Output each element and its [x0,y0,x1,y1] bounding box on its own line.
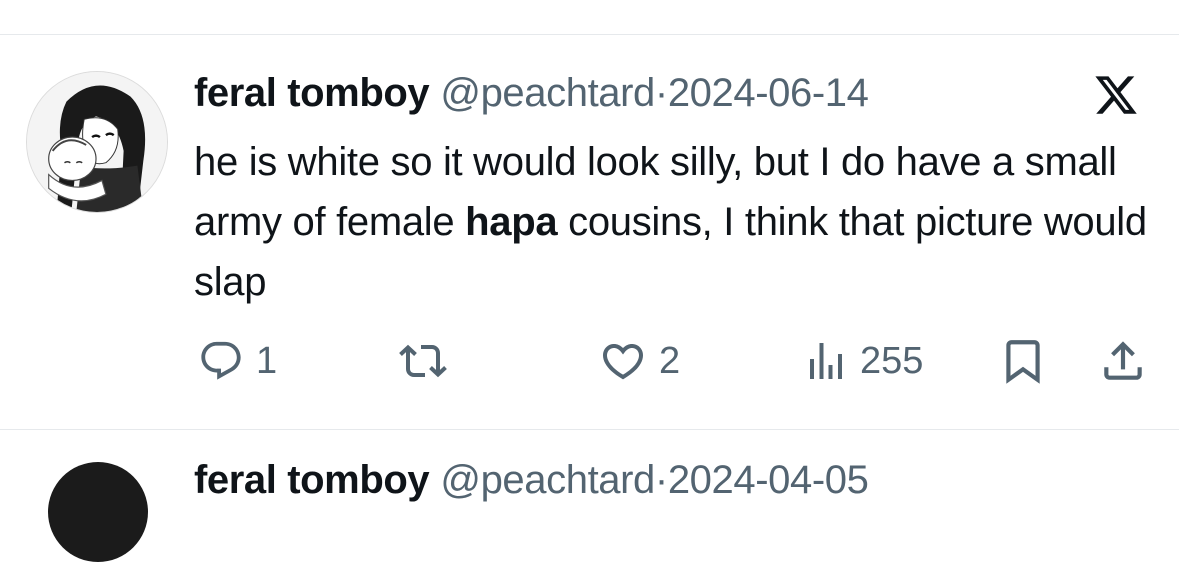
avatar[interactable] [26,71,168,213]
views-icon [810,343,842,379]
retweet-button[interactable] [395,336,451,386]
reply-count: 1 [256,340,278,382]
tweet[interactable]: feral tomboy @peachtard·2024-06-14 he is… [0,0,1179,394]
next-handle[interactable]: @peachtard [440,458,655,502]
reply-icon [201,341,241,380]
x-logo-icon[interactable] [1088,72,1144,118]
handle[interactable]: @peachtard [440,71,655,115]
like-icon [602,344,644,380]
next-display-name[interactable]: feral tomboy [194,458,430,502]
avatar-illustration [27,72,167,212]
reply-button[interactable]: 1 [196,336,277,386]
bookmark-icon [1006,340,1040,384]
display-name[interactable]: feral tomboy [194,71,430,115]
like-button[interactable]: 2 [597,336,680,386]
views-button[interactable]: 255 [802,336,923,386]
timestamp[interactable]: 2024-06-14 [668,71,869,115]
like-count: 2 [659,340,681,382]
next-separator-dot: · [654,458,668,502]
next-tweet-header: feral tomboy @peachtard·2024-04-05 [194,455,869,505]
share-button[interactable] [1098,336,1148,386]
tweet-text: he is white so it would look silly, but … [194,132,1154,312]
tweet-header: feral tomboy @peachtard·2024-06-14 [194,68,869,118]
share-icon [1104,341,1142,380]
tweet-text-emphasis: hapa [465,200,558,244]
bookmark-button[interactable] [997,336,1049,386]
tweet-divider [0,429,1179,430]
separator-dot: · [654,71,668,115]
next-timestamp[interactable]: 2024-04-05 [668,458,869,502]
views-count: 255 [860,340,924,382]
retweet-icon [399,344,447,378]
next-tweet-avatar[interactable] [48,462,148,562]
